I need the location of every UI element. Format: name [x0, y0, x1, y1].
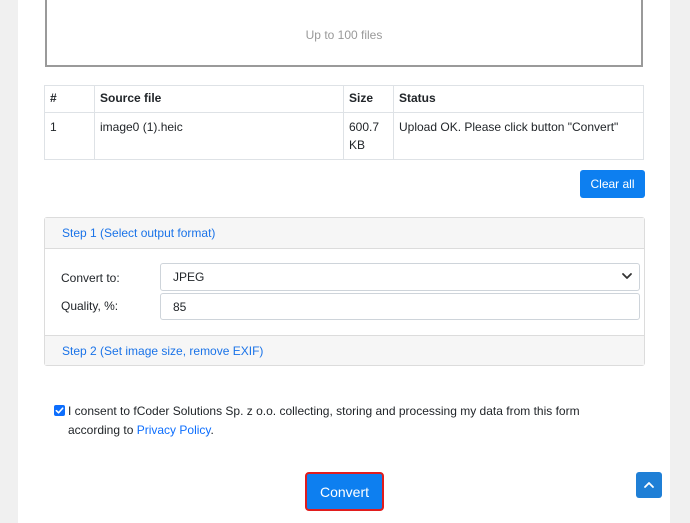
- clear-all-button[interactable]: Clear all: [580, 170, 645, 198]
- quality-label: Quality, %:: [61, 299, 119, 313]
- consent-suffix: .: [210, 423, 214, 437]
- column-header-source-file: Source file: [94, 85, 344, 113]
- row-source-file: image0 (1).heic: [94, 112, 344, 160]
- quality-input[interactable]: 85: [160, 293, 640, 320]
- column-header-status: Status: [393, 85, 644, 113]
- chevron-down-icon: [621, 270, 633, 282]
- chevron-up-icon: [644, 482, 654, 488]
- row-status: Upload OK. Please click button "Convert": [393, 112, 644, 160]
- step1-title: Step 1 (Select output format): [62, 226, 216, 240]
- convert-button[interactable]: Convert: [305, 472, 384, 511]
- conversion-settings-card: Step 1 (Select output format) Convert to…: [44, 217, 645, 366]
- table-row: 1 image0 (1).heic 600.7 KB Upload OK. Pl…: [44, 112, 644, 160]
- files-table: # Source file Size Status 1 image0 (1).h…: [44, 85, 644, 160]
- consent-text: I consent to fCoder Solutions Sp. z o.o.…: [68, 402, 614, 440]
- step2-title: Step 2 (Set image size, remove EXIF): [62, 343, 264, 358]
- convert-to-label: Convert to:: [61, 271, 120, 285]
- consent-section: I consent to fCoder Solutions Sp. z o.o.…: [54, 402, 614, 440]
- column-header-number: #: [44, 85, 95, 113]
- output-format-value: JPEG: [173, 270, 205, 284]
- table-header-row: # Source file Size Status: [44, 85, 644, 113]
- privacy-policy-link[interactable]: Privacy Policy: [137, 423, 211, 437]
- row-number: 1: [44, 112, 95, 160]
- back-to-top-button[interactable]: [636, 472, 662, 498]
- column-header-size: Size: [343, 85, 394, 113]
- output-format-select[interactable]: JPEG: [160, 263, 640, 291]
- quality-value: 85: [173, 299, 187, 314]
- step2-header[interactable]: Step 2 (Set image size, remove EXIF): [45, 335, 644, 365]
- row-size: 600.7 KB: [343, 112, 394, 160]
- step1-header[interactable]: Step 1 (Select output format): [45, 218, 644, 249]
- check-icon: [55, 407, 64, 414]
- dropzone-hint: Up to 100 files: [305, 27, 383, 42]
- file-dropzone[interactable]: Up to 100 files: [45, 0, 643, 67]
- converter-page: Up to 100 files # Source file Size Statu…: [18, 0, 670, 523]
- consent-checkbox[interactable]: [54, 405, 65, 416]
